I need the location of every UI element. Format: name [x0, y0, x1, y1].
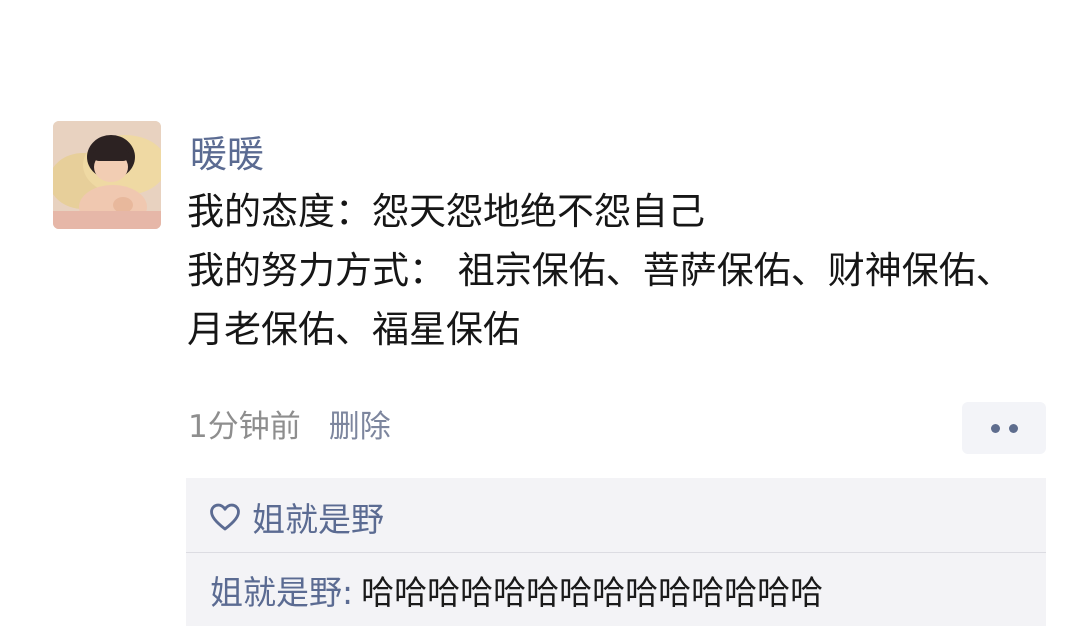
baby-photo-icon	[53, 121, 161, 229]
more-actions-button[interactable]	[962, 402, 1046, 454]
avatar[interactable]	[53, 121, 161, 229]
more-dots-icon	[990, 423, 1000, 433]
post-timestamp: 1分钟前	[188, 409, 301, 445]
heart-icon	[210, 503, 240, 531]
post-content-line: 我的努力方式： 祖宗保佑、菩萨保佑、财神保佑、月老保佑、福星保佑	[187, 249, 1013, 351]
more-dots-icon	[1008, 423, 1018, 433]
divider	[186, 552, 1046, 553]
post-content: 我的态度：怨天怨地绝不怨自己 我的努力方式： 祖宗保佑、菩萨保佑、财神保佑、月老…	[187, 182, 1047, 359]
liker-name[interactable]: 姐就是野	[252, 493, 384, 541]
comment-text: 哈哈哈哈哈哈哈哈哈哈哈哈哈哈	[361, 573, 824, 612]
moments-post: 暖暖 我的态度：怨天怨地绝不怨自己 我的努力方式： 祖宗保佑、菩萨保佑、财神保佑…	[0, 0, 1079, 626]
comment-separator: :	[342, 573, 354, 612]
comment-author[interactable]: 姐就是野	[210, 573, 342, 612]
post-meta: 1分钟前 删除	[188, 404, 391, 450]
post-author-name[interactable]: 暖暖	[190, 130, 264, 180]
likes-row: 姐就是野	[208, 494, 384, 540]
interaction-panel: 姐就是野 姐就是野: 哈哈哈哈哈哈哈哈哈哈哈哈哈哈	[186, 478, 1046, 626]
comment-row[interactable]: 姐就是野: 哈哈哈哈哈哈哈哈哈哈哈哈哈哈	[210, 570, 823, 616]
post-content-line: 我的态度：怨天怨地绝不怨自己	[187, 190, 705, 233]
delete-button[interactable]: 删除	[329, 409, 391, 445]
